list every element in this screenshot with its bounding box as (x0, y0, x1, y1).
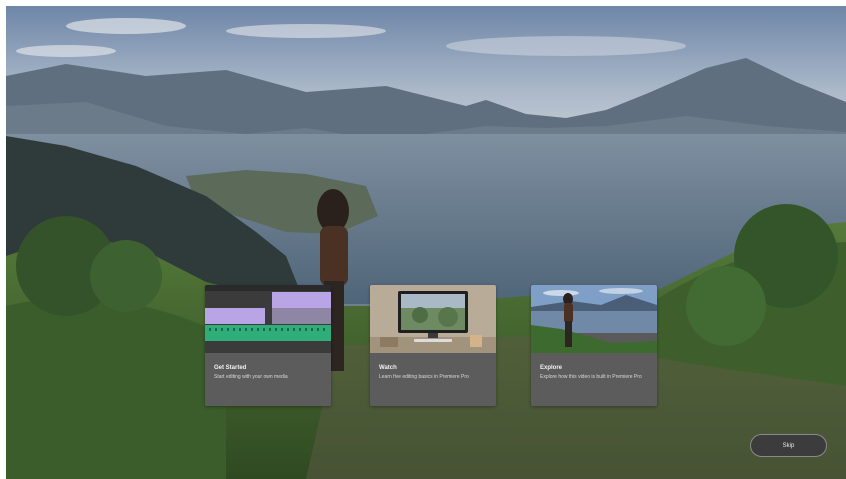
card-title: Get Started (214, 365, 247, 371)
watch-card[interactable]: Watch Learn five editing basics in Premi… (370, 285, 496, 406)
background-landscape (6, 6, 846, 479)
explore-card[interactable]: Explore Explore how this video is built … (531, 285, 657, 406)
monitor-thumbnail (370, 285, 496, 353)
skip-button[interactable]: Skip (750, 434, 827, 457)
card-description: Learn five editing basics in Premiere Pr… (379, 374, 469, 380)
card-description: Explore how this video is built in Premi… (540, 374, 642, 380)
timeline-thumbnail (205, 285, 331, 353)
welcome-screen: Get Started Start editing with your own … (6, 6, 846, 479)
get-started-card[interactable]: Get Started Start editing with your own … (205, 285, 331, 406)
card-description: Start editing with your own media (214, 374, 288, 380)
card-title: Explore (540, 365, 563, 371)
card-title: Watch (379, 365, 397, 371)
landscape-thumbnail (531, 285, 657, 353)
